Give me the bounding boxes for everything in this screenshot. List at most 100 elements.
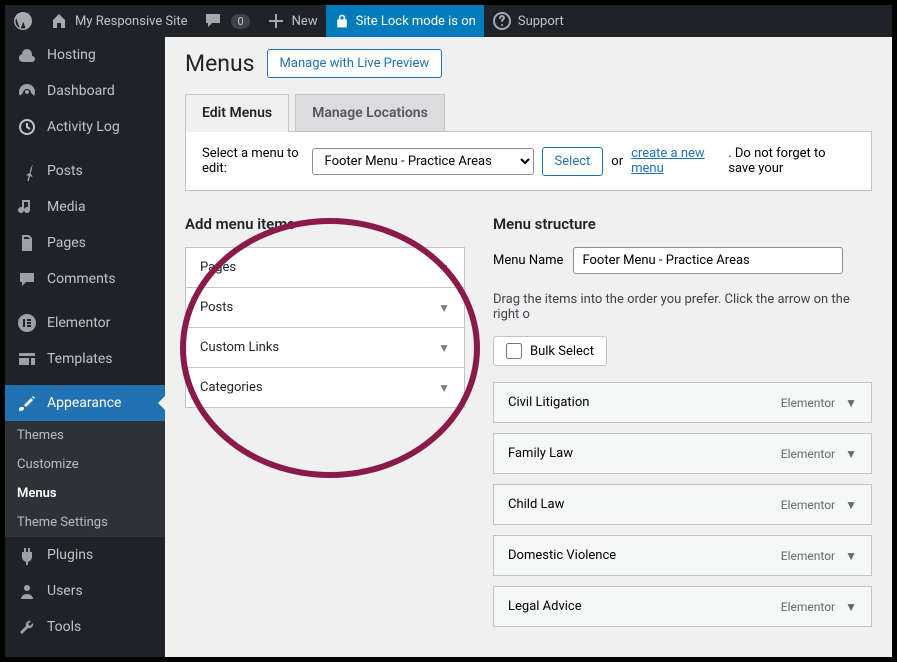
- tab-manage-locations[interactable]: Manage Locations: [295, 94, 445, 131]
- sidebar-label: Posts: [47, 163, 83, 179]
- sidebar-label: Activity Log: [47, 119, 120, 135]
- cloud-icon: [17, 45, 37, 65]
- bulk-select[interactable]: Bulk Select: [493, 336, 607, 366]
- menu-items-list: Civil Litigation Elementor ▼ Family Law Ele…: [493, 382, 872, 627]
- chevron-down-icon: ▼: [845, 447, 857, 461]
- support-link[interactable]: Support: [484, 5, 572, 37]
- sidebar-sub-themes[interactable]: Themes: [5, 421, 165, 450]
- lock-label: Site Lock mode is on: [356, 14, 476, 29]
- chevron-down-icon: ▼: [438, 301, 450, 315]
- menu-item[interactable]: Child LawElementor▼: [493, 484, 872, 525]
- brush-icon: [17, 393, 37, 413]
- sidebar-item-elementor[interactable]: Elementor: [5, 305, 165, 341]
- menu-select[interactable]: Footer Menu - Practice Areas: [312, 148, 534, 175]
- sidebar-label: Elementor: [47, 315, 110, 331]
- plugin-icon: [17, 545, 37, 565]
- chevron-down-icon: ▼: [845, 396, 857, 410]
- chevron-down-icon: ▼: [438, 341, 450, 355]
- pin-icon: [17, 161, 37, 181]
- comments-icon: [17, 269, 37, 289]
- menu-item-type: Elementor: [781, 447, 835, 461]
- comments-link[interactable]: 0: [195, 5, 257, 37]
- sidebar-item-appearance[interactable]: Appearance: [5, 385, 165, 421]
- sidebar-label: Media: [47, 199, 86, 215]
- sidebar-item-tools[interactable]: Tools: [5, 609, 165, 645]
- sidebar-item-posts[interactable]: Posts: [5, 153, 165, 189]
- select-button[interactable]: Select: [542, 147, 604, 176]
- menu-item-title: Domestic Violence: [508, 548, 616, 563]
- sidebar-item-plugins[interactable]: Plugins: [5, 537, 165, 573]
- create-menu-link[interactable]: create a new menu: [631, 146, 720, 176]
- sidebar-item-dashboard[interactable]: Dashboard: [5, 73, 165, 109]
- pages-icon: [17, 233, 37, 253]
- gauge-icon: [17, 81, 37, 101]
- menu-item[interactable]: Legal AdviceElementor▼: [493, 586, 872, 627]
- sidebar-label: Tools: [47, 619, 81, 635]
- content-area: Menus Manage with Live Preview Edit Menu…: [165, 37, 892, 657]
- wp-logo[interactable]: [5, 5, 41, 37]
- sidebar-item-media[interactable]: Media: [5, 189, 165, 225]
- wordpress-icon: [13, 11, 33, 31]
- accordion-posts[interactable]: Posts ▼: [186, 288, 464, 328]
- sidebar-item-pages[interactable]: Pages: [5, 225, 165, 261]
- accordion-label: Categories: [200, 380, 263, 395]
- menu-item-title: Legal Advice: [508, 599, 582, 614]
- accordion-categories[interactable]: Categories ▼: [186, 368, 464, 407]
- accordion-pages[interactable]: Pages▼: [186, 248, 464, 288]
- sidebar-item-templates[interactable]: Templates: [5, 341, 165, 377]
- accordion: Pages▼ Posts ▼ Custom Links▼ Categories ▼: [185, 247, 465, 408]
- tabs: Edit Menus Manage Locations: [185, 94, 872, 132]
- menu-name-label: Menu Name: [493, 253, 563, 268]
- admin-bar: My Responsive Site 0 New Site Lock mode …: [5, 5, 892, 37]
- menu-item[interactable]: Civil Litigation Elementor ▼: [493, 382, 872, 423]
- menu-item-title: Child Law: [508, 497, 564, 512]
- chevron-down-icon: ▼: [845, 549, 857, 563]
- sidebar-label: Pages: [47, 235, 86, 251]
- sidebar-label: Templates: [47, 351, 113, 367]
- bulk-label: Bulk Select: [530, 344, 594, 359]
- new-label: New: [292, 14, 318, 29]
- user-icon: [17, 581, 37, 601]
- support-label: Support: [518, 14, 564, 29]
- clock-icon: [17, 117, 37, 137]
- menu-item-type: Elementor: [781, 498, 835, 512]
- sidebar-item-activity[interactable]: Activity Log: [5, 109, 165, 145]
- menu-item[interactable]: Domestic ViolenceElementor▼: [493, 535, 872, 576]
- media-icon: [17, 197, 37, 217]
- or-text: or: [611, 154, 623, 169]
- chevron-down-icon: ▼: [438, 381, 450, 395]
- menu-structure-heading: Menu structure: [493, 215, 872, 233]
- live-preview-button[interactable]: Manage with Live Preview: [267, 49, 443, 78]
- new-link[interactable]: New: [258, 5, 326, 37]
- menu-item-title: Civil Litigation: [508, 395, 589, 410]
- sidebar-label: Hosting: [47, 47, 96, 63]
- accordion-custom-links[interactable]: Custom Links▼: [186, 328, 464, 368]
- suffix-text: . Do not forget to save your: [728, 146, 855, 176]
- comment-icon: [203, 11, 223, 31]
- wrench-icon: [17, 617, 37, 637]
- comments-count: 0: [231, 14, 249, 29]
- accordion-label: Posts: [200, 300, 233, 315]
- menu-item-type: Elementor: [781, 396, 835, 410]
- bulk-checkbox[interactable]: [506, 343, 522, 359]
- sidebar-sub-theme-settings[interactable]: Theme Settings: [5, 508, 165, 537]
- sidebar-sub-menus[interactable]: Menus: [5, 479, 165, 508]
- sidebar-item-hosting[interactable]: Hosting: [5, 37, 165, 73]
- menu-item-title: Family Law: [508, 446, 573, 461]
- sidebar-label: Appearance: [47, 395, 121, 411]
- tab-edit-menus[interactable]: Edit Menus: [185, 94, 289, 132]
- sidebar-item-users[interactable]: Users: [5, 573, 165, 609]
- sidebar-submenu-appearance: Themes Customize Menus Theme Settings: [5, 421, 165, 537]
- add-items-heading: Add menu items: [185, 215, 465, 233]
- menu-name-input[interactable]: [573, 247, 843, 274]
- site-name-link[interactable]: My Responsive Site: [41, 5, 195, 37]
- admin-sidebar: Hosting Dashboard Activity Log Posts Med…: [5, 37, 165, 657]
- home-icon: [49, 11, 69, 31]
- chevron-down-icon: ▼: [438, 261, 450, 275]
- sidebar-item-comments[interactable]: Comments: [5, 261, 165, 297]
- site-lock-link[interactable]: Site Lock mode is on: [326, 5, 484, 37]
- elementor-icon: [17, 313, 37, 333]
- sidebar-sub-customize[interactable]: Customize: [5, 450, 165, 479]
- menu-item[interactable]: Family Law Elementor ▼: [493, 433, 872, 474]
- sidebar-label: Dashboard: [47, 83, 115, 99]
